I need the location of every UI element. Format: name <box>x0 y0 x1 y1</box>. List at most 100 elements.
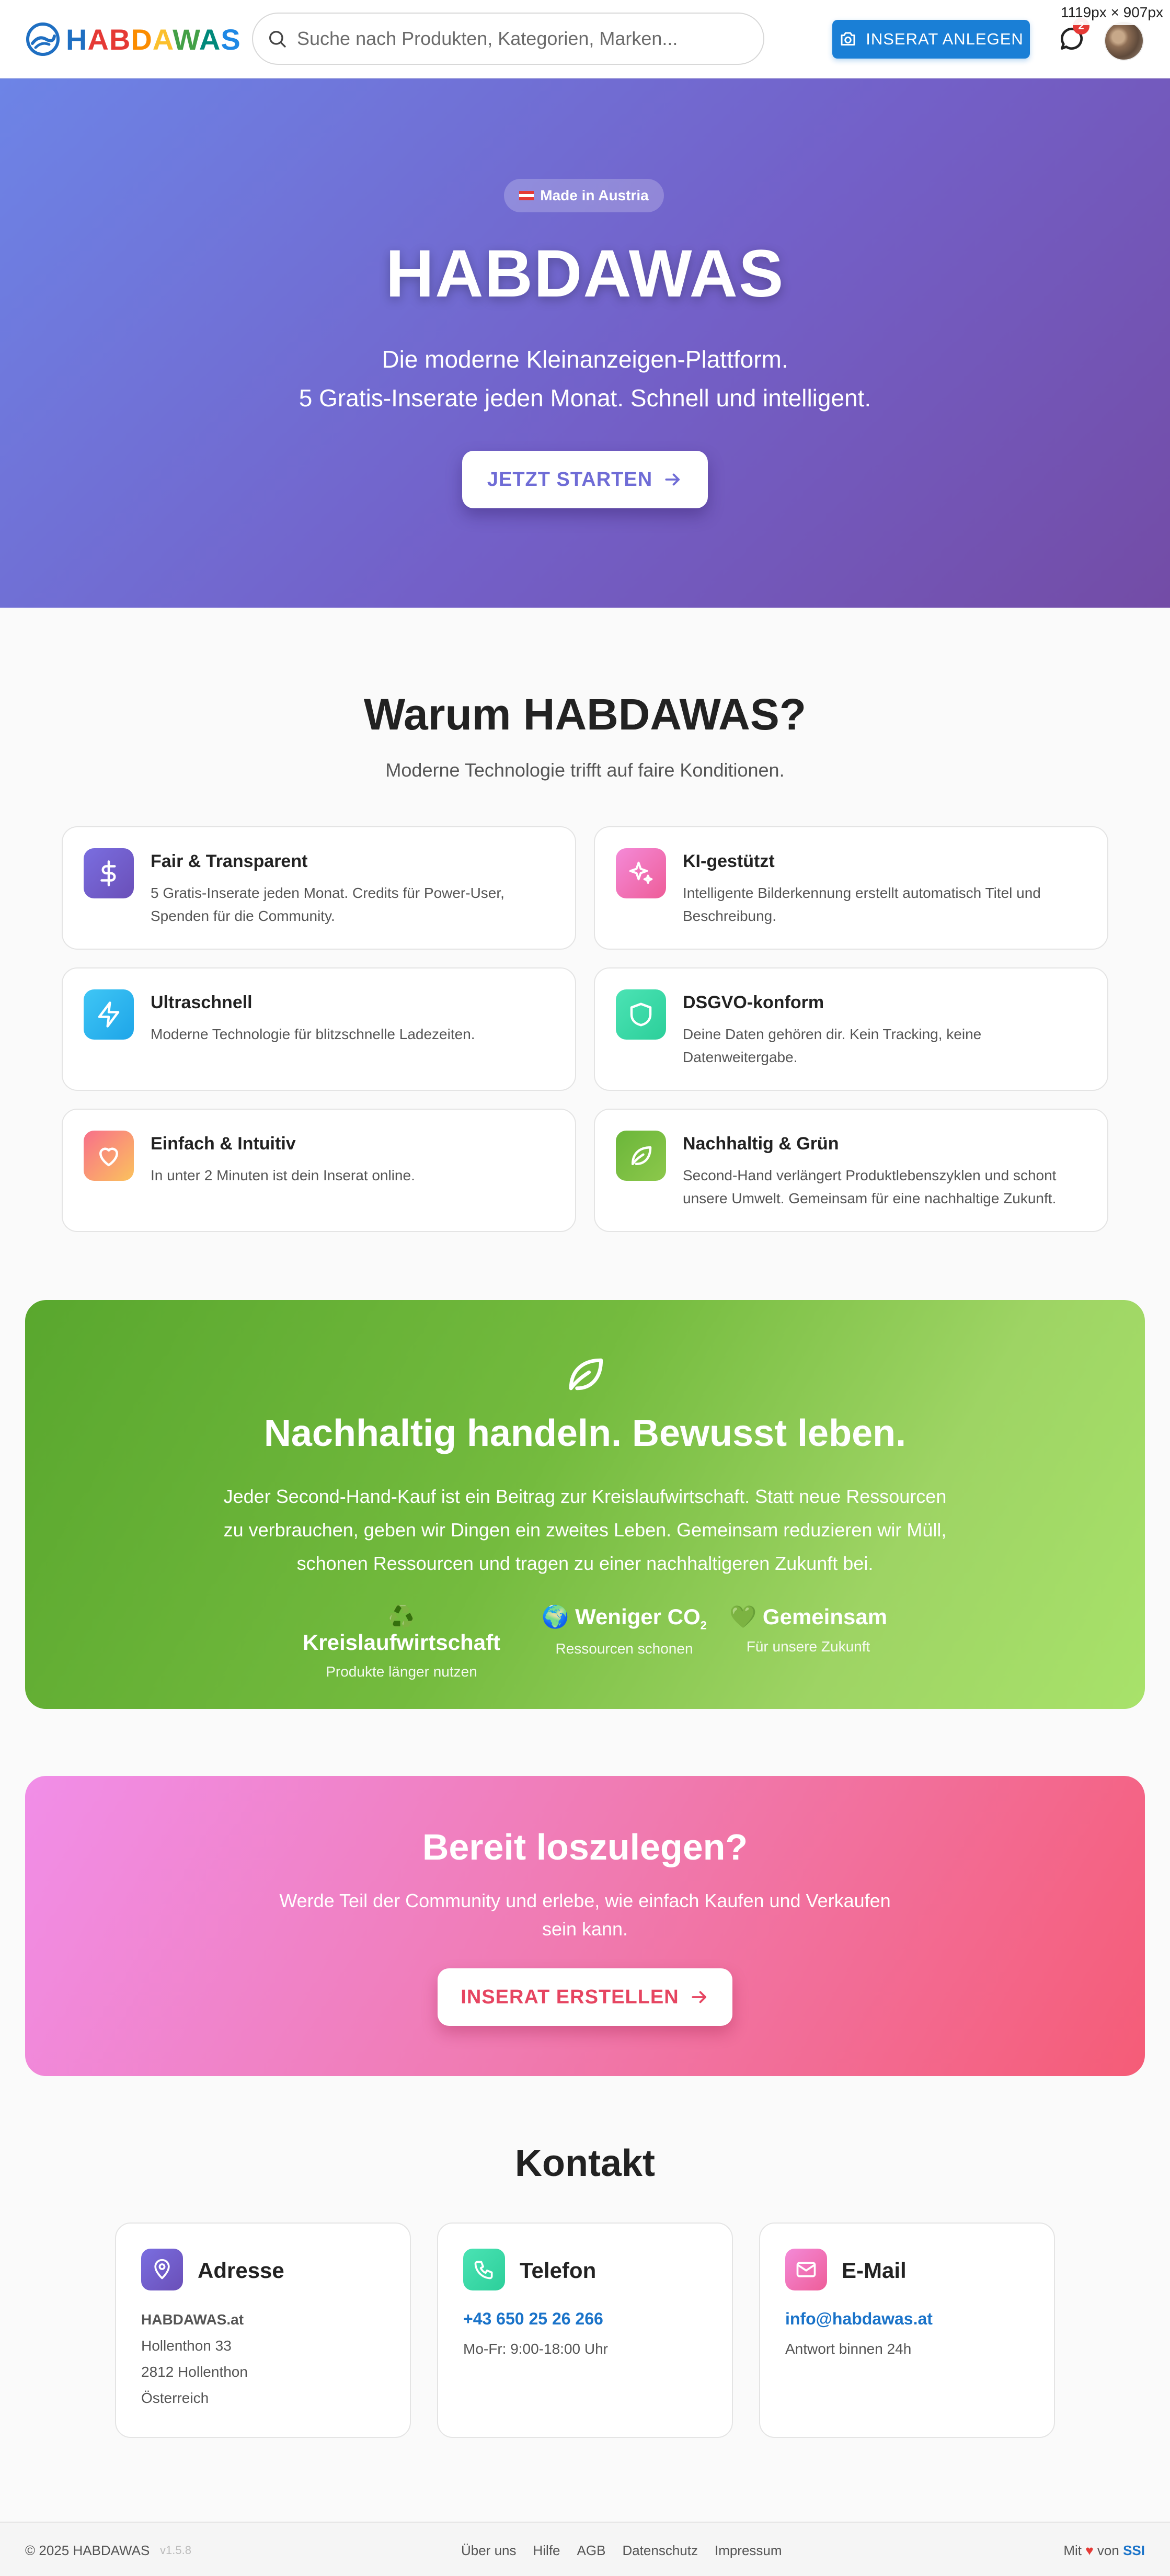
feature-description: Deine Daten gehören dir. Kein Tracking, … <box>683 1026 982 1065</box>
stat-title-text: Weniger CO <box>575 1604 701 1629</box>
stat-subtitle: Ressourcen schonen <box>555 1640 693 1657</box>
stat-title-text: Gemeinsam <box>762 1604 888 1629</box>
search-input[interactable] <box>297 28 747 50</box>
logo-letter: AB <box>87 22 131 56</box>
shield-icon <box>630 1002 652 1027</box>
footer-links: Über uns Hilfe AGB Datenschutz Impressum <box>461 2543 782 2559</box>
feature-card: Ultraschnell Moderne Technologie für bli… <box>62 967 576 1091</box>
stat-title-subscript: 2 <box>700 1618 707 1632</box>
location-pin-icon <box>154 2259 170 2279</box>
stat-subtitle: Für unsere Zukunft <box>746 1638 870 1655</box>
contact-icon-box <box>141 2249 183 2290</box>
green-heart-icon: 💚 <box>729 1604 757 1629</box>
stat-title-text: Kreislaufwirtschaft <box>302 1630 501 1655</box>
get-started-button[interactable]: JETZT STARTEN <box>462 451 708 508</box>
logo-letter: S <box>221 22 241 56</box>
hero-subtitle-line1: Die moderne Kleinanzeigen-Plattform. <box>382 346 788 373</box>
feature-icon-box <box>616 1131 666 1181</box>
feature-icon-box <box>616 848 666 898</box>
stat-subtitle: Produkte länger nutzen <box>326 1663 477 1680</box>
made-in-austria-badge: Made in Austria <box>504 179 664 212</box>
sustainability-stat: 🌍 Weniger CO2 Ressourcen schonen <box>535 1604 713 1657</box>
avatar[interactable] <box>1104 21 1144 61</box>
footer-link-terms[interactable]: AGB <box>577 2543 606 2559</box>
sustainability-stat: 💚 Gemeinsam Für unsere Zukunft <box>725 1604 892 1655</box>
footer-link-help[interactable]: Hilfe <box>533 2543 560 2559</box>
feature-icon-box <box>84 848 134 898</box>
logo-letter: A <box>199 22 221 56</box>
camera-icon <box>841 32 855 45</box>
feature-description: Second-Hand verlängert Produktlebenszykl… <box>683 1167 1057 1206</box>
phone-icon <box>474 2261 493 2279</box>
austria-flag-icon <box>519 191 534 200</box>
made-with-love: Mit ♥ von SSI <box>1063 2543 1145 2559</box>
feature-description: Moderne Technologie für blitzschnelle La… <box>151 1026 475 1042</box>
feature-card: KI-gestützt Intelligente Bilderkennung e… <box>594 826 1108 950</box>
cta-text: Werde Teil der Community und erlebe, wie… <box>279 1890 891 1940</box>
heart-icon: ♥ <box>1085 2543 1094 2558</box>
feature-icon-box <box>84 989 134 1040</box>
stat-title: 🌍 Weniger CO2 <box>535 1604 713 1632</box>
logo-letter: D <box>131 22 153 56</box>
logo-letter: A <box>152 22 173 56</box>
lightning-icon <box>98 1001 120 1028</box>
leaf-icon <box>569 1358 603 1390</box>
why-subtitle: Moderne Technologie trifft auf faire Kon… <box>385 759 785 781</box>
create-listing-cta-button[interactable]: INSERAT ERSTELLEN <box>438 1968 732 2026</box>
footer-link-imprint[interactable]: Impressum <box>715 2543 782 2559</box>
feature-title: Fair & Transparent <box>151 851 308 871</box>
cta-title: Bereit loszulegen? <box>422 1827 748 1867</box>
search-icon <box>269 31 286 48</box>
get-started-label: JETZT STARTEN <box>487 468 653 491</box>
phone-hours: Mo-Fr: 9:00-18:00 Uhr <box>463 2341 608 2357</box>
create-listing-cta-label: INSERAT ERSTELLEN <box>461 1986 679 2008</box>
contact-icon-box <box>463 2249 505 2290</box>
dollar-icon <box>100 860 116 886</box>
contact-card-address: Adresse HABDAWAS.at Hollenthon 33 2812 H… <box>115 2222 411 2438</box>
sustainability-banner: Nachhaltig handeln. Bewusst leben. Jeder… <box>25 1300 1145 1709</box>
contact-title: Kontakt <box>515 2142 655 2184</box>
feature-title: KI-gestützt <box>683 851 775 871</box>
feature-card: DSGVO-konform Deine Daten gehören dir. K… <box>594 967 1108 1091</box>
contact-card-title: Adresse <box>198 2258 284 2283</box>
call-to-action-banner: Bereit loszulegen? Werde Teil der Commun… <box>25 1776 1145 2076</box>
feature-title: Einfach & Intuitiv <box>151 1134 296 1154</box>
create-listing-label: INSERAT ANLEGEN <box>866 30 1024 48</box>
logo-text: HABDAWAS <box>66 22 241 56</box>
contact-card-title: E-Mail <box>842 2258 907 2283</box>
viewport-size-label: 1119px × 907px <box>1054 0 1170 25</box>
hero-title: HABDAWAS <box>385 236 785 311</box>
feature-description: In unter 2 Minuten ist dein Inserat onli… <box>151 1167 415 1183</box>
feature-title: Ultraschnell <box>151 993 253 1012</box>
contact-card-phone: Telefon +43 650 25 26 266 Mo-Fr: 9:00-18… <box>437 2222 733 2438</box>
stat-title: ♻️ Kreislaufwirtschaft <box>286 1604 517 1655</box>
feature-card: Einfach & Intuitiv In unter 2 Minuten is… <box>62 1109 576 1232</box>
feature-icon-box <box>616 989 666 1040</box>
stat-title: 💚 Gemeinsam <box>725 1604 892 1630</box>
create-listing-button[interactable]: INSERAT ANLEGEN <box>832 20 1030 59</box>
mail-icon <box>796 2262 816 2277</box>
contact-icon-box <box>785 2249 827 2290</box>
logo[interactable]: HABDAWAS <box>25 20 241 59</box>
footer-link-about[interactable]: Über uns <box>461 2543 517 2559</box>
logo-mark-icon <box>26 22 60 56</box>
feature-title: Nachhaltig & Grün <box>683 1134 839 1154</box>
email-response-note: Antwort binnen 24h <box>785 2341 912 2357</box>
feature-title: DSGVO-konform <box>683 993 824 1012</box>
phone-link[interactable]: +43 650 25 26 266 <box>463 2309 603 2329</box>
email-link[interactable]: info@habdawas.at <box>785 2309 933 2329</box>
address-country: Österreich <box>141 2390 209 2406</box>
made-prefix: Mit <box>1063 2543 1082 2558</box>
made-by-link[interactable]: SSI <box>1123 2543 1145 2558</box>
version-label: v1.5.8 <box>160 2544 191 2557</box>
why-title: Warum HABDAWAS? <box>363 690 807 739</box>
leaf-icon <box>632 1146 652 1165</box>
sustainability-stat: ♻️ Kreislaufwirtschaft Produkte länger n… <box>286 1604 517 1680</box>
sustainability-title: Nachhaltig handeln. Bewusst leben. <box>263 1412 907 1454</box>
logo-letter: H <box>66 22 88 56</box>
contact-card-email: E-Mail info@habdawas.at Antwort binnen 2… <box>759 2222 1055 2438</box>
footer-link-privacy[interactable]: Datenschutz <box>622 2543 698 2559</box>
search-bar[interactable] <box>252 13 764 65</box>
recycle-icon: ♻️ <box>387 1604 416 1629</box>
arrow-right-icon <box>692 1991 706 2003</box>
